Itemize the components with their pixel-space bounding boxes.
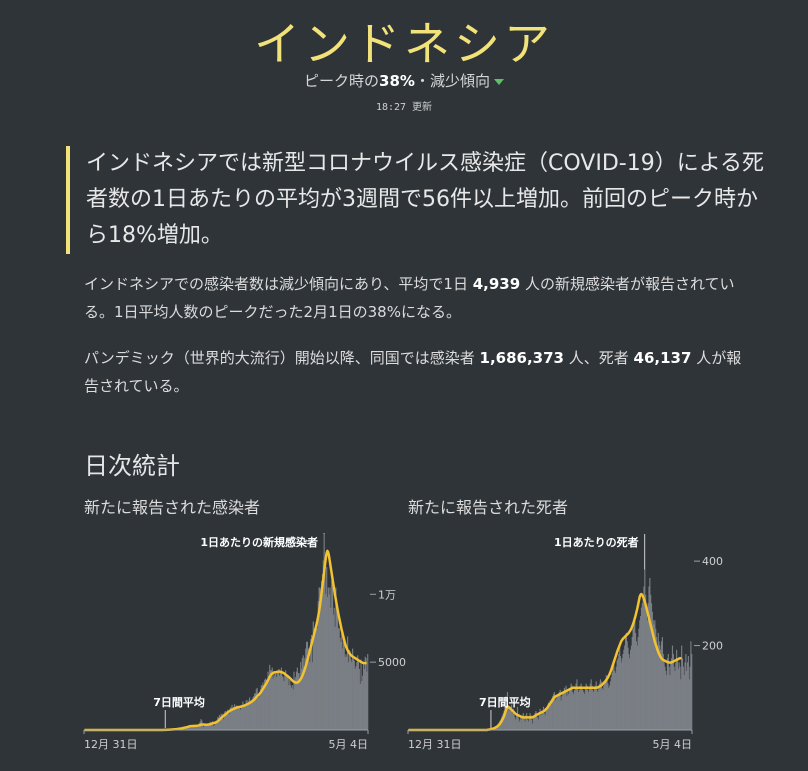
x-end-label: 5月 4日 — [653, 738, 693, 751]
y-tick-label: 400 — [702, 555, 723, 568]
section-title: 日次統計 — [84, 452, 180, 480]
deaths-chart-title: 新たに報告された死者 — [408, 498, 569, 517]
total-deaths-value: 46,137 — [633, 349, 692, 367]
totals-text-a: パンデミック（世界的大流行）開始以降、同国では感染者 — [84, 349, 480, 367]
avg-label: 7日間平均 — [153, 695, 205, 709]
total-cases-value: 1,686,373 — [479, 349, 564, 367]
y-tick-label: 200 — [702, 640, 723, 653]
peak-percent: 38% — [379, 72, 415, 90]
updated-time: 18:27 更新 — [375, 102, 433, 113]
totals-text-c: 人、死者 — [564, 349, 634, 367]
cases-chart: 50001万12月 31日 5月 4日1日あたりの新規感染者7日間平均 — [83, 533, 406, 751]
deaths-chart: 200 400 12月 31日 5月 4日 1日あたりの死者 7日間平均 — [407, 534, 723, 751]
totals-paragraph: パンデミック（世界的大流行）開始以降、同国では感染者 1,686,373 人、死… — [84, 344, 744, 400]
daily-annotation: 1日あたりの新規感染者 — [200, 535, 318, 549]
trend-down-icon — [493, 78, 504, 85]
daily-annotation: 1日あたりの死者 — [554, 535, 639, 549]
cases-text-a: インドネシアでの感染者数は減少傾向にあり、平均で1日 — [84, 275, 473, 293]
x-start-label: 12月 31日 — [84, 738, 138, 751]
daily-bar — [691, 654, 693, 730]
cases-paragraph: インドネシアでの感染者数は減少傾向にあり、平均で1日 4,939 人の新規感染者… — [84, 270, 744, 326]
daily-bar — [367, 654, 369, 730]
cases-avg-value: 4,939 — [472, 275, 521, 293]
avg-label: 7日間平均 — [479, 695, 531, 709]
x-end-label: 5月 4日 — [329, 738, 369, 751]
page-title: インドネシア — [254, 17, 554, 71]
peak-status: ピーク時の38%・減少傾向 — [0, 70, 808, 91]
cases-chart-title: 新たに報告された感染者 — [84, 498, 261, 517]
x-start-label: 12月 31日 — [408, 738, 462, 751]
subtitle-suffix: ・減少傾向 — [414, 72, 490, 90]
lede-summary: インドネシアでは新型コロナウイルス感染症（COVID-19）による死者数の1日あ… — [66, 146, 766, 254]
subtitle-prefix: ピーク時の — [304, 72, 380, 90]
